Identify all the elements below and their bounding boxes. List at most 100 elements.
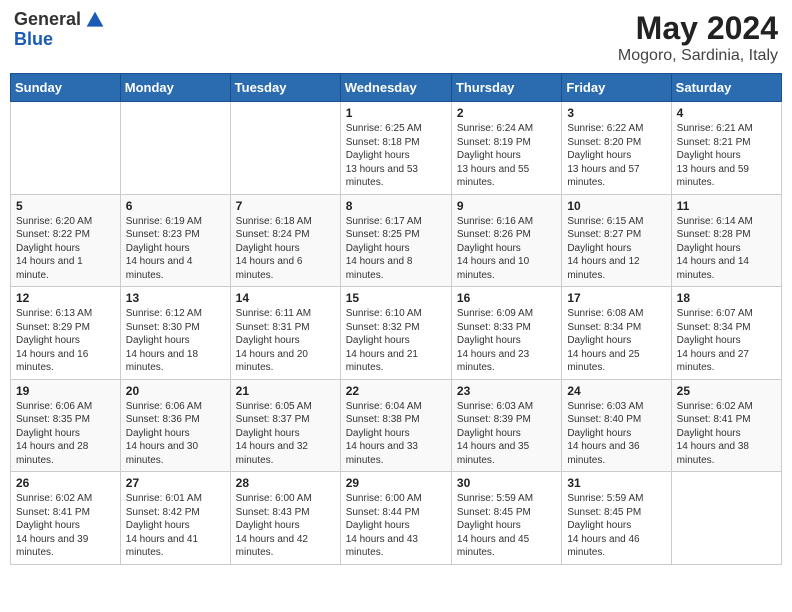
- day-info: Sunrise: 6:03 AMSunset: 8:39 PMDaylight …: [457, 400, 556, 468]
- day-number: 28: [236, 476, 335, 490]
- day-info: Sunrise: 6:13 AMSunset: 8:29 PMDaylight …: [16, 307, 115, 375]
- day-number: 22: [346, 384, 446, 398]
- calendar-header-row: SundayMondayTuesdayWednesdayThursdayFrid…: [11, 74, 782, 102]
- day-number: 27: [126, 476, 225, 490]
- day-info: Sunrise: 6:06 AMSunset: 8:36 PMDaylight …: [126, 400, 225, 468]
- calendar-cell: 24Sunrise: 6:03 AMSunset: 8:40 PMDayligh…: [562, 379, 671, 472]
- calendar-cell: [120, 102, 230, 195]
- calendar-cell: 16Sunrise: 6:09 AMSunset: 8:33 PMDayligh…: [451, 287, 561, 380]
- calendar-cell: 13 Sunrise: 6:12 AMSunset: 8:30 PMDayligh…: [120, 287, 230, 380]
- day-number: 1: [346, 106, 446, 120]
- header-sunday: Sunday: [11, 74, 121, 102]
- calendar-week-row: 12 Sunrise: 6:13 AMSunset: 8:29 PMDayligh…: [11, 287, 782, 380]
- day-info: Sunrise: 6:14 AMSunset: 8:28 PMDaylight …: [677, 215, 776, 283]
- day-info: Sunrise: 6:10 AMSunset: 8:32 PMDaylight …: [346, 307, 446, 375]
- month-title: May 2024: [618, 10, 778, 47]
- day-number: 13: [126, 291, 225, 305]
- day-number: 15: [346, 291, 446, 305]
- day-info: Sunrise: 6:18 AMSunset: 8:24 PMDaylight …: [236, 215, 335, 283]
- day-number: 2: [457, 106, 556, 120]
- page-header: General Blue May 2024 Mogoro, Sardinia, …: [10, 10, 782, 65]
- calendar-cell: 15 Sunrise: 6:10 AMSunset: 8:32 PMDayligh…: [340, 287, 451, 380]
- header-monday: Monday: [120, 74, 230, 102]
- calendar-cell: 17Sunrise: 6:08 AMSunset: 8:34 PMDayligh…: [562, 287, 671, 380]
- calendar-cell: 30 Sunrise: 5:59 AMSunset: 8:45 PMDayligh…: [451, 472, 561, 565]
- calendar-cell: [11, 102, 121, 195]
- calendar-cell: 19Sunrise: 6:06 AMSunset: 8:35 PMDayligh…: [11, 379, 121, 472]
- day-number: 29: [346, 476, 446, 490]
- day-info: Sunrise: 6:24 AMSunset: 8:19 PMDaylight …: [457, 122, 556, 190]
- calendar-cell: 25 Sunrise: 6:02 AMSunset: 8:41 PMDayligh…: [671, 379, 781, 472]
- calendar-cell: 12 Sunrise: 6:13 AMSunset: 8:29 PMDayligh…: [11, 287, 121, 380]
- day-number: 6: [126, 199, 225, 213]
- day-number: 30: [457, 476, 556, 490]
- day-info: Sunrise: 6:02 AMSunset: 8:41 PMDaylight …: [677, 400, 776, 468]
- calendar-cell: 11 Sunrise: 6:14 AMSunset: 8:28 PMDayligh…: [671, 194, 781, 287]
- day-info: Sunrise: 6:03 AMSunset: 8:40 PMDaylight …: [567, 400, 665, 468]
- day-info: Sunrise: 6:00 AMSunset: 8:44 PMDaylight …: [346, 492, 446, 560]
- day-number: 21: [236, 384, 335, 398]
- calendar-cell: 3Sunrise: 6:22 AMSunset: 8:20 PMDaylight…: [562, 102, 671, 195]
- calendar-week-row: 1 Sunrise: 6:25 AMSunset: 8:18 PMDaylight…: [11, 102, 782, 195]
- day-info: Sunrise: 6:17 AMSunset: 8:25 PMDaylight …: [346, 215, 446, 283]
- day-info: Sunrise: 5:59 AMSunset: 8:45 PMDaylight …: [567, 492, 665, 560]
- header-saturday: Saturday: [671, 74, 781, 102]
- title-section: May 2024 Mogoro, Sardinia, Italy: [618, 10, 778, 65]
- day-info: Sunrise: 6:08 AMSunset: 8:34 PMDaylight …: [567, 307, 665, 375]
- calendar-cell: 1 Sunrise: 6:25 AMSunset: 8:18 PMDaylight…: [340, 102, 451, 195]
- calendar-cell: 27 Sunrise: 6:01 AMSunset: 8:42 PMDayligh…: [120, 472, 230, 565]
- day-number: 9: [457, 199, 556, 213]
- calendar-cell: 4Sunrise: 6:21 AMSunset: 8:21 PMDaylight…: [671, 102, 781, 195]
- calendar-cell: 29 Sunrise: 6:00 AMSunset: 8:44 PMDayligh…: [340, 472, 451, 565]
- calendar-cell: 31 Sunrise: 5:59 AMSunset: 8:45 PMDayligh…: [562, 472, 671, 565]
- logo-icon: [85, 10, 105, 30]
- day-info: Sunrise: 6:25 AMSunset: 8:18 PMDaylight …: [346, 122, 446, 190]
- calendar-table: SundayMondayTuesdayWednesdayThursdayFrid…: [10, 73, 782, 565]
- day-number: 3: [567, 106, 665, 120]
- day-info: Sunrise: 5:59 AMSunset: 8:45 PMDaylight …: [457, 492, 556, 560]
- day-number: 14: [236, 291, 335, 305]
- day-info: Sunrise: 6:16 AMSunset: 8:26 PMDaylight …: [457, 215, 556, 283]
- header-friday: Friday: [562, 74, 671, 102]
- day-number: 31: [567, 476, 665, 490]
- calendar-cell: 9 Sunrise: 6:16 AMSunset: 8:26 PMDaylight…: [451, 194, 561, 287]
- calendar-cell: 8Sunrise: 6:17 AMSunset: 8:25 PMDaylight…: [340, 194, 451, 287]
- day-number: 16: [457, 291, 556, 305]
- day-number: 12: [16, 291, 115, 305]
- calendar-cell: 21 Sunrise: 6:05 AMSunset: 8:37 PMDayligh…: [230, 379, 340, 472]
- calendar-cell: 20 Sunrise: 6:06 AMSunset: 8:36 PMDayligh…: [120, 379, 230, 472]
- location: Mogoro, Sardinia, Italy: [618, 47, 778, 65]
- calendar-cell: 18 Sunrise: 6:07 AMSunset: 8:34 PMDayligh…: [671, 287, 781, 380]
- calendar-cell: [230, 102, 340, 195]
- calendar-cell: 6 Sunrise: 6:19 AMSunset: 8:23 PMDaylight…: [120, 194, 230, 287]
- day-info: Sunrise: 6:05 AMSunset: 8:37 PMDaylight …: [236, 400, 335, 468]
- calendar-week-row: 5Sunrise: 6:20 AMSunset: 8:22 PMDaylight…: [11, 194, 782, 287]
- day-number: 18: [677, 291, 776, 305]
- calendar-cell: 22 Sunrise: 6:04 AMSunset: 8:38 PMDayligh…: [340, 379, 451, 472]
- day-number: 26: [16, 476, 115, 490]
- logo-general: General: [14, 10, 81, 30]
- header-thursday: Thursday: [451, 74, 561, 102]
- day-number: 20: [126, 384, 225, 398]
- day-info: Sunrise: 6:11 AMSunset: 8:31 PMDaylight …: [236, 307, 335, 375]
- day-number: 10: [567, 199, 665, 213]
- day-number: 11: [677, 199, 776, 213]
- day-number: 25: [677, 384, 776, 398]
- calendar-cell: 23Sunrise: 6:03 AMSunset: 8:39 PMDayligh…: [451, 379, 561, 472]
- header-tuesday: Tuesday: [230, 74, 340, 102]
- calendar-week-row: 19Sunrise: 6:06 AMSunset: 8:35 PMDayligh…: [11, 379, 782, 472]
- day-info: Sunrise: 6:07 AMSunset: 8:34 PMDaylight …: [677, 307, 776, 375]
- day-info: Sunrise: 6:00 AMSunset: 8:43 PMDaylight …: [236, 492, 335, 560]
- day-number: 4: [677, 106, 776, 120]
- day-info: Sunrise: 6:01 AMSunset: 8:42 PMDaylight …: [126, 492, 225, 560]
- calendar-cell: 5Sunrise: 6:20 AMSunset: 8:22 PMDaylight…: [11, 194, 121, 287]
- day-info: Sunrise: 6:12 AMSunset: 8:30 PMDaylight …: [126, 307, 225, 375]
- logo-blue: Blue: [14, 30, 105, 50]
- day-info: Sunrise: 6:19 AMSunset: 8:23 PMDaylight …: [126, 215, 225, 283]
- calendar-cell: [671, 472, 781, 565]
- day-info: Sunrise: 6:04 AMSunset: 8:38 PMDaylight …: [346, 400, 446, 468]
- header-wednesday: Wednesday: [340, 74, 451, 102]
- calendar-cell: 7Sunrise: 6:18 AMSunset: 8:24 PMDaylight…: [230, 194, 340, 287]
- logo: General Blue: [14, 10, 105, 50]
- calendar-cell: 26Sunrise: 6:02 AMSunset: 8:41 PMDayligh…: [11, 472, 121, 565]
